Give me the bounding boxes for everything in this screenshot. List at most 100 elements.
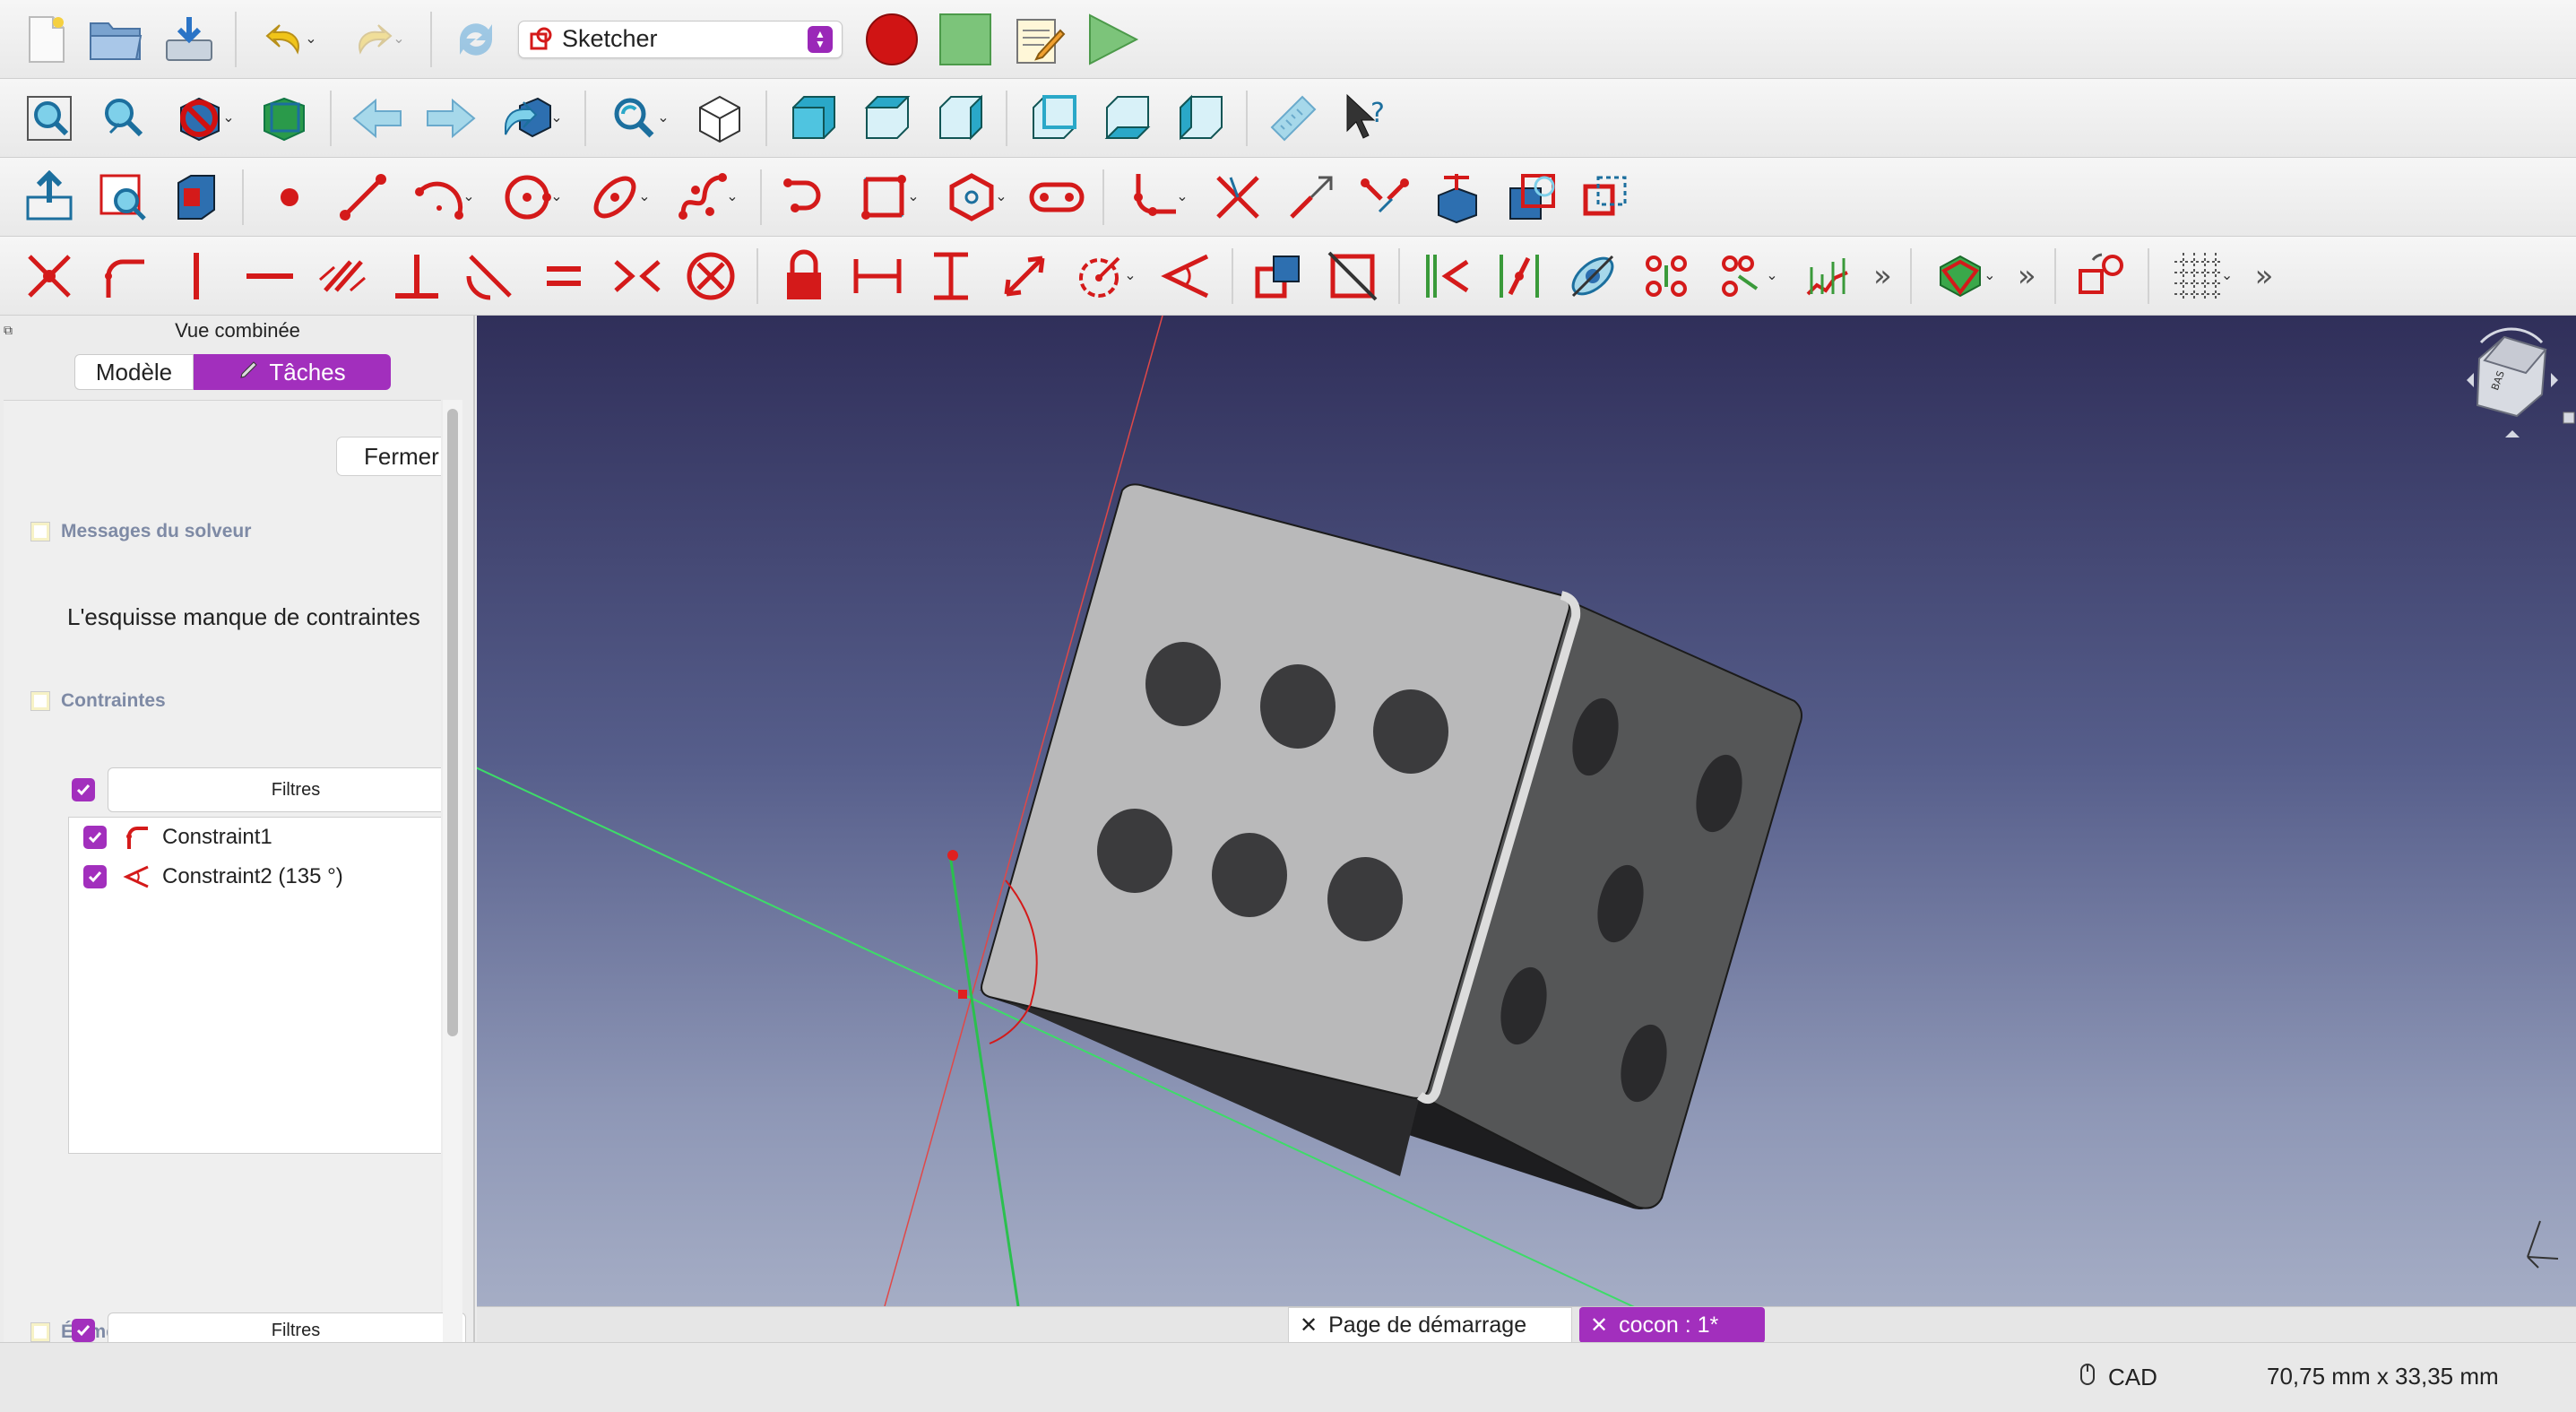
sync-view-icon[interactable]: ⌄ [493,86,570,151]
list-item[interactable]: Constraint2 (135 °) [69,857,441,897]
constraint-checkbox[interactable] [83,865,107,888]
leave-sketch-icon[interactable] [18,165,81,230]
undo-icon[interactable]: ⌄ [251,7,328,72]
chevron-down-icon[interactable]: ⌄ [657,110,669,126]
horizontal-constraint-icon[interactable] [238,244,301,308]
validate-sketch-icon[interactable]: ⌄ [1926,244,2003,308]
rectangle-icon[interactable]: ⌄ [850,165,927,230]
navigation-cube[interactable]: BAS [2449,316,2576,450]
perpendicular-constraint-icon[interactable] [385,244,448,308]
fillet-icon[interactable]: ⌄ [1119,165,1196,230]
chevron-down-icon[interactable]: ⌄ [550,110,562,126]
back-arrow-icon[interactable] [346,86,409,151]
symmetric-constraint-icon[interactable] [606,244,669,308]
show-hide-axes-icon[interactable] [1561,244,1624,308]
constraints-header[interactable]: Contraintes [30,690,166,712]
3d-viewport[interactable]: BAS [477,316,2576,1306]
save-icon[interactable] [158,7,220,72]
extend-icon[interactable] [1280,165,1343,230]
polygon-icon[interactable]: ⌄ [938,165,1015,230]
angle-constraint-icon[interactable] [1154,244,1217,308]
slot-icon[interactable] [1025,165,1088,230]
view-section-icon[interactable] [165,165,228,230]
chevron-down-icon[interactable]: ⌄ [462,189,474,204]
bspline-tools-icon[interactable] [1796,244,1859,308]
vertical-constraint-icon[interactable] [165,244,228,308]
whats-this-icon[interactable]: ? [1336,86,1398,151]
forward-arrow-icon[interactable] [419,86,482,151]
edit-macro-icon[interactable] [1007,7,1070,72]
stop-macro-icon[interactable] [934,7,997,72]
block-constraint-icon[interactable] [679,244,742,308]
bounding-box-icon[interactable] [253,86,316,151]
chevron-down-icon[interactable]: ⌄ [995,189,1007,204]
workbench-select[interactable]: Sketcher ▲ ▼ [518,20,843,58]
filter-checkbox[interactable] [72,1319,95,1342]
chevron-down-icon[interactable]: ⌄ [1176,189,1188,204]
bottom-view-icon[interactable] [1095,86,1158,151]
rear-view-icon[interactable] [1022,86,1085,151]
chevron-down-icon[interactable]: ⌄ [222,110,234,126]
lock-constraint-icon[interactable] [773,244,835,308]
open-icon[interactable] [84,7,147,72]
constrain-all-icon[interactable] [1635,244,1698,308]
tab-start-page[interactable]: ✕ Page de démarrage [1288,1307,1572,1343]
carbon-copy-icon[interactable] [1500,165,1563,230]
chevron-down-icon[interactable]: ⌄ [550,189,562,204]
redo-icon[interactable]: ⌄ [339,7,416,72]
panel-scrollbar[interactable] [443,400,462,1342]
fit-all-icon[interactable] [18,86,81,151]
chevron-down-icon[interactable]: ⌄ [393,31,404,47]
tab-tasks[interactable]: Tâches [194,354,391,390]
trim-icon[interactable] [1206,165,1269,230]
close-icon[interactable]: ✕ [1590,1312,1608,1338]
close-button[interactable]: Fermer [336,437,441,476]
chevron-down-icon[interactable]: ⌄ [1124,268,1136,283]
line-icon[interactable] [332,165,394,230]
external-geometry-icon[interactable] [1427,165,1490,230]
select-redundant-icon[interactable] [1488,244,1551,308]
chevron-down-icon[interactable]: ⌄ [638,189,650,204]
solver-messages-header[interactable]: Messages du solveur [30,521,251,542]
chevron-down-icon[interactable]: ⌄ [2221,268,2233,283]
tangent-curve-constraint-icon[interactable] [91,244,154,308]
list-item[interactable]: Constraint1 [69,818,441,857]
new-document-icon[interactable] [18,7,73,72]
front-view-icon[interactable] [782,86,844,151]
parallel-constraint-icon[interactable] [312,244,375,308]
scrollbar-thumb[interactable] [447,409,458,1036]
array-icon[interactable]: ⌄ [1708,244,1785,308]
arc-icon[interactable]: ⌄ [405,165,482,230]
chevron-down-icon[interactable]: ⌄ [726,189,738,204]
chevron-down-icon[interactable]: ⌄ [1984,268,1995,283]
horizontal-distance-icon[interactable] [846,244,909,308]
run-macro-icon[interactable] [1081,7,1144,72]
isometric-view-icon[interactable] [688,86,751,151]
point-icon[interactable] [258,165,321,230]
construction-mode-icon[interactable] [1574,165,1637,230]
right-view-icon[interactable] [929,86,991,151]
bspline-icon[interactable]: ⌄ [669,165,746,230]
record-macro-icon[interactable] [860,7,923,72]
view-sketch-icon[interactable] [91,165,154,230]
navigation-style[interactable]: CAD [2079,1363,2157,1392]
std-views-icon[interactable]: ⌄ [601,86,678,151]
vertical-distance-icon[interactable] [920,244,982,308]
select-conflicting-icon[interactable] [1414,244,1477,308]
left-view-icon[interactable] [1169,86,1232,151]
grid-icon[interactable]: ⌄ [2164,244,2241,308]
split-icon[interactable] [1353,165,1416,230]
radius-constraint-icon[interactable]: ⌄ [1067,244,1144,308]
tab-model[interactable]: Modèle [74,354,194,390]
toggle-driving-icon[interactable] [1248,244,1310,308]
toolbar-overflow-icon[interactable]: » [2018,258,2036,294]
filters-button[interactable]: Filtres [108,767,441,812]
distance-constraint-icon[interactable] [993,244,1056,308]
measure-icon[interactable] [1262,86,1325,151]
close-icon[interactable]: ✕ [1300,1312,1318,1338]
top-view-icon[interactable] [855,86,918,151]
circle-icon[interactable]: ⌄ [493,165,570,230]
constraint-checkbox[interactable] [83,826,107,849]
refresh-icon[interactable] [446,7,506,72]
polyline-icon[interactable] [776,165,839,230]
